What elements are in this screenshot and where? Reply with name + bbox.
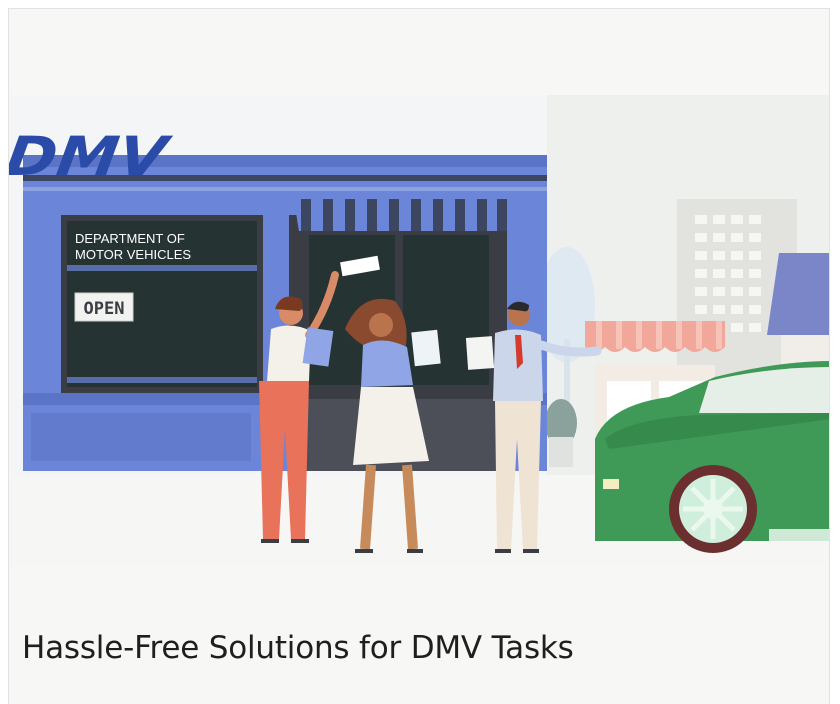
promo-card[interactable]: DEPARTMENT OF MOTOR VEHICLES OPEN DMV Ha… [8,8,830,704]
card-title[interactable]: Hassle-Free Solutions for DMV Tasks [22,630,574,666]
open-sign: OPEN [84,299,125,319]
dmv-illustration: DEPARTMENT OF MOTOR VEHICLES OPEN DMV [9,9,829,619]
window-sign-line1: DEPARTMENT OF [75,231,185,246]
dmv-logo: DMV [9,125,175,188]
window-sign-line2: MOTOR VEHICLES [75,247,191,262]
